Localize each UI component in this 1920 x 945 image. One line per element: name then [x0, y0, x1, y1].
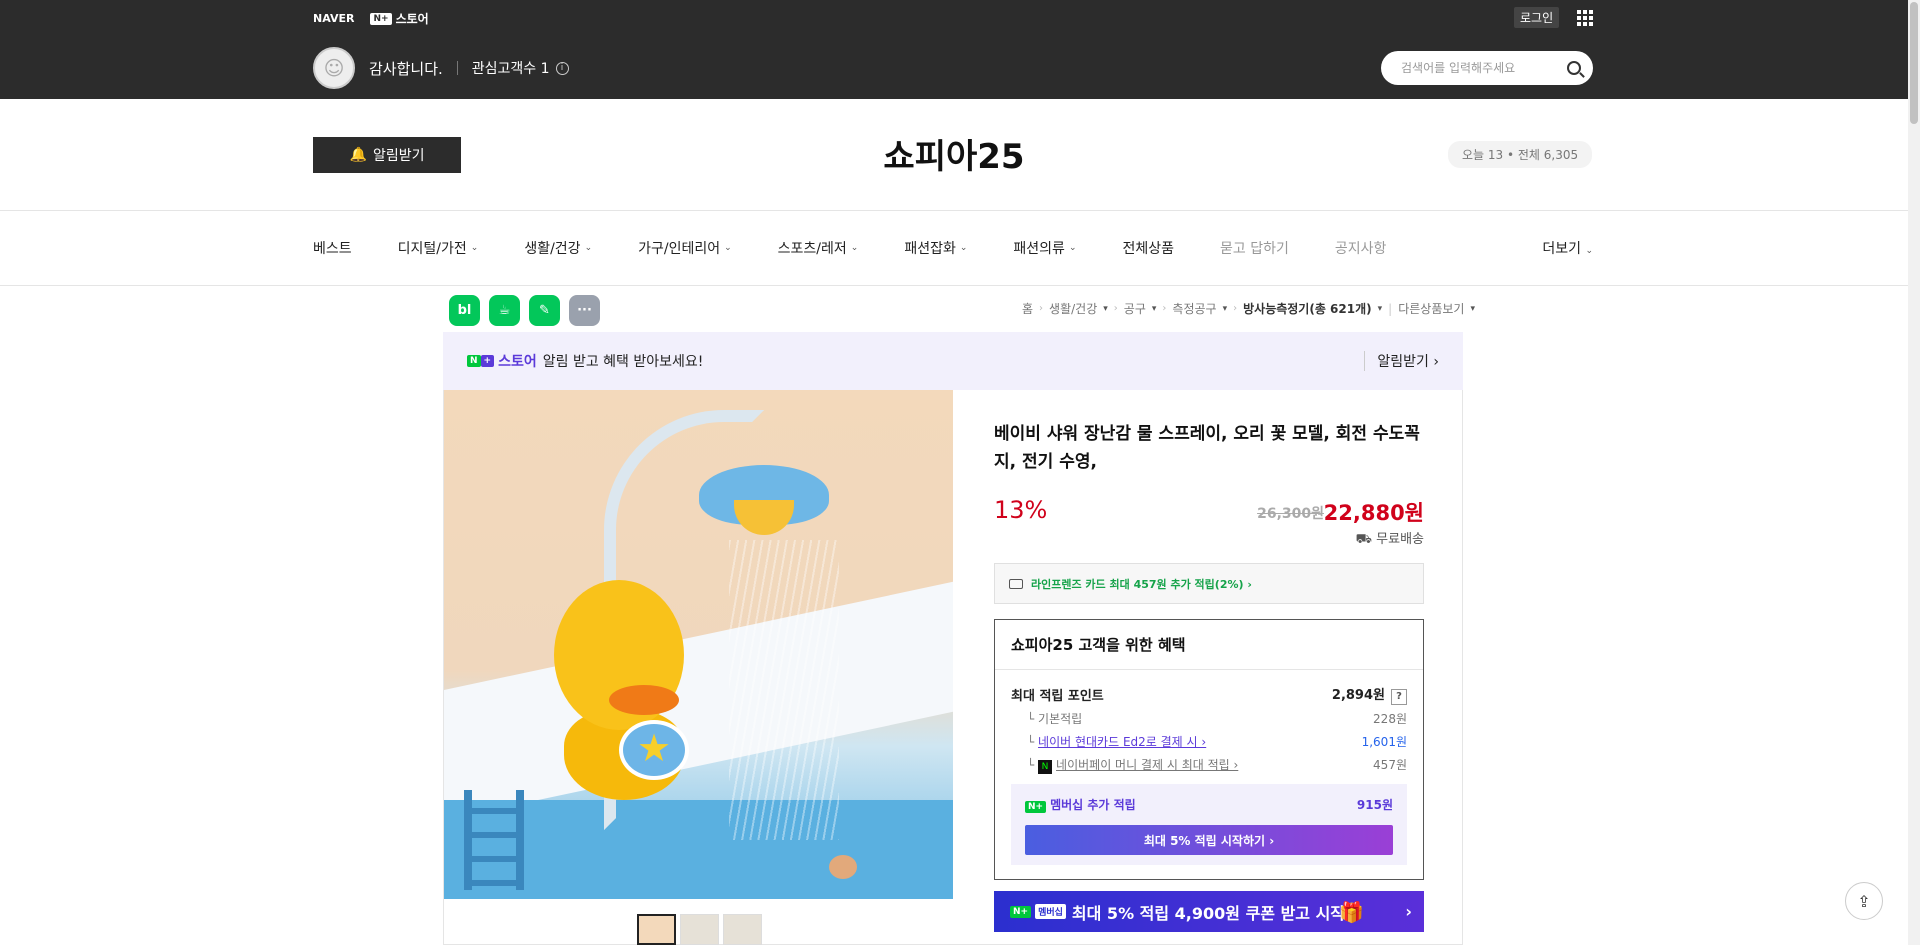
- crumb-home[interactable]: 홈: [1022, 300, 1033, 317]
- fan-count: 관심고객수 1 i: [472, 58, 569, 78]
- store-header: 🔔 알림받기 쇼피아25 오늘 13 • 전체 6,305: [0, 99, 1908, 211]
- sale-price: 22,880원: [1323, 501, 1424, 525]
- visit-count: 오늘 13 • 전체 6,305: [1448, 141, 1593, 168]
- other-products-link[interactable]: 다른상품보기: [1398, 300, 1464, 317]
- promo-text: 알림 받고 혜택 받아보세요!: [542, 354, 704, 370]
- chevron-right-icon: ›: [1405, 902, 1412, 921]
- chevron-down-icon: ⌄: [470, 243, 479, 253]
- fan-count-label: 관심고객수 1: [471, 61, 550, 77]
- membership-box: N+ 멤버십 추가 적립 915원 최대 5% 적립 시작하기 ›: [1011, 784, 1407, 865]
- store-label: 스토어: [395, 12, 429, 26]
- info-icon[interactable]: i: [555, 61, 569, 75]
- crumb-tools[interactable]: 공구: [1124, 300, 1146, 317]
- help-icon[interactable]: ?: [1391, 688, 1407, 705]
- nav-item-fashion-goods[interactable]: 패션잡화 ⌄: [904, 238, 967, 258]
- seller-info: ☺ 감사합니다. 관심고객수 1 i: [313, 47, 569, 89]
- apps-grid-icon[interactable]: [1577, 10, 1593, 26]
- top-bar: NAVER N+ 스토어 로그인 ☺ 감사합니다. 관심고객수 1 i: [0, 0, 1908, 99]
- max-points-row: 최대 적립 포인트 2,894원?: [1011, 682, 1407, 707]
- nav-item-living[interactable]: 생활/건강 ⌄: [524, 238, 592, 258]
- benefit-box: 쇼피아25 고객을 위한 혜택 최대 적립 포인트 2,894원? └ 기본적립…: [994, 619, 1424, 880]
- notification-promo: N + 스토어 알림 받고 혜택 받아보세요! 알림받기 ›: [443, 332, 1463, 390]
- chevron-down-icon: ⌄: [850, 243, 859, 253]
- price-row: 13% 26,300원 22,880원: [994, 496, 1424, 526]
- cafe-share-icon[interactable]: ☕: [489, 295, 520, 326]
- login-button[interactable]: 로그인: [1514, 7, 1560, 28]
- chevron-down-icon: ⌄: [959, 243, 968, 253]
- naver-plus-store-logo[interactable]: N+ 스토어: [370, 10, 429, 27]
- truck-icon: ⛟: [1355, 532, 1373, 547]
- card-points-row: └ 네이버 현대카드 Ed2로 결제 시 › 1,601원: [1027, 735, 1407, 749]
- discount-rate: 13%: [994, 496, 1048, 524]
- search-input[interactable]: [1401, 61, 1567, 75]
- breadcrumb: 홈 › 생활/건강 ▾ › 공구 ▾ › 측정공구 ▾ › 방사능측정기(총 621개) ▾ |…: [1021, 300, 1475, 317]
- np-badge: N+: [370, 12, 392, 25]
- shipping-info: ⛟ 무료배송: [1355, 532, 1424, 547]
- basic-points-row: └ 기본적립 228원: [1027, 712, 1407, 726]
- naver-brand: NAVER N+ 스토어: [313, 10, 429, 27]
- nav-item-notice[interactable]: 공지사항: [1335, 238, 1387, 258]
- chevron-down-icon: ⌄: [584, 243, 593, 253]
- naver-plus-store-badge: N + 스토어: [467, 351, 537, 371]
- nav-more[interactable]: 더보기 ⌄: [1542, 238, 1593, 258]
- chevron-down-icon: ⌄: [1068, 243, 1077, 253]
- chevron-down-icon: ⌄: [724, 243, 732, 253]
- nav-item-fashion-clothes[interactable]: 패션의류 ⌄: [1013, 238, 1076, 258]
- nav-item-best[interactable]: 베스트: [313, 238, 352, 258]
- original-price: 26,300원: [1257, 506, 1324, 522]
- nav-divider: [0, 285, 1908, 286]
- search-icon[interactable]: [1567, 61, 1581, 75]
- nav-item-qna[interactable]: 묻고 답하기: [1220, 238, 1289, 258]
- chevron-down-icon: ⌄: [1585, 246, 1593, 256]
- avatar[interactable]: ☺: [313, 47, 355, 89]
- bookmark-icon[interactable]: ✎: [529, 295, 560, 326]
- scrollbar[interactable]: [1908, 0, 1920, 945]
- nav-item-digital[interactable]: 디지털/가전 ⌄: [398, 238, 479, 258]
- naver-logo[interactable]: NAVER: [313, 12, 354, 25]
- nav-item-furniture[interactable]: 가구/인테리어 ⌄: [638, 238, 732, 258]
- nav-item-sports[interactable]: 스포츠/레저 ⌄: [778, 238, 859, 258]
- thumbnail[interactable]: [637, 914, 676, 945]
- share-icon[interactable]: ⇪: [1845, 882, 1883, 920]
- nav-item-all[interactable]: 전체상품: [1122, 238, 1174, 258]
- search-box: [1381, 51, 1593, 85]
- membership-start-button[interactable]: 최대 5% 적립 시작하기 ›: [1025, 825, 1393, 855]
- category-nav: 베스트 디지털/가전 ⌄ 생활/건강 ⌄ 가구/인테리어 ⌄ 스포츠/레저 ⌄ 패션잡화…: [313, 211, 1593, 285]
- naverpay-icon: N: [1038, 759, 1053, 774]
- product-title: 베이비 샤워 장난감 물 스프레이, 오리 꽃 모델, 회전 수도꼭지, 전기 …: [994, 424, 1420, 472]
- store-title[interactable]: 쇼피아25: [0, 129, 1908, 178]
- tool-icons: bl ☕ ✎ ···: [449, 295, 600, 326]
- coupon-banner[interactable]: N+ 멤버십 최대 5% 적립 4,900원 쿠폰 받고 시작 🎁 ›: [994, 891, 1424, 932]
- promo-notify-link[interactable]: 알림받기 ›: [1364, 351, 1439, 371]
- crumb-measure[interactable]: 측정공구: [1172, 300, 1216, 317]
- card-points-link[interactable]: 네이버 현대카드 Ed2로 결제 시 ›: [1038, 735, 1206, 749]
- card-benefit-banner[interactable]: 라인프렌즈 카드 최대 457원 추가 적립(2%) ›: [994, 563, 1424, 604]
- thumbnail-list: [637, 914, 762, 945]
- product-info: 베이비 샤워 장난감 물 스프레이, 오리 꽃 모델, 회전 수도꼭지, 전기 …: [994, 390, 1424, 932]
- blog-share-icon[interactable]: bl: [449, 295, 480, 326]
- thumbnail[interactable]: [680, 914, 719, 945]
- pay-points-row: └ N 네이버페이 머니 결제 시 최대 적립 › 457원: [1027, 757, 1407, 774]
- thumbnail[interactable]: [723, 914, 762, 945]
- crumb-living[interactable]: 생활/건강: [1049, 300, 1097, 317]
- naver-plus-icon: N+: [1010, 905, 1032, 918]
- product-image[interactable]: [444, 390, 953, 899]
- seller-name[interactable]: 감사합니다.: [369, 58, 443, 79]
- pay-points-link[interactable]: 네이버페이 머니 결제 시 최대 적립 ›: [1056, 758, 1238, 772]
- divider: [456, 61, 458, 75]
- credit-card-icon: [1009, 578, 1023, 589]
- benefit-title: 쇼피아25 고객을 위한 혜택: [995, 634, 1423, 670]
- product-area: 베이비 샤워 장난감 물 스프레이, 오리 꽃 모델, 회전 수도꼭지, 전기 …: [443, 390, 1463, 945]
- more-icon[interactable]: ···: [569, 295, 600, 326]
- gift-icon: 🎁: [1339, 899, 1364, 924]
- naver-plus-icon: N+: [1025, 801, 1047, 813]
- crumb-current[interactable]: 방사능측정기(총 621개): [1243, 300, 1372, 317]
